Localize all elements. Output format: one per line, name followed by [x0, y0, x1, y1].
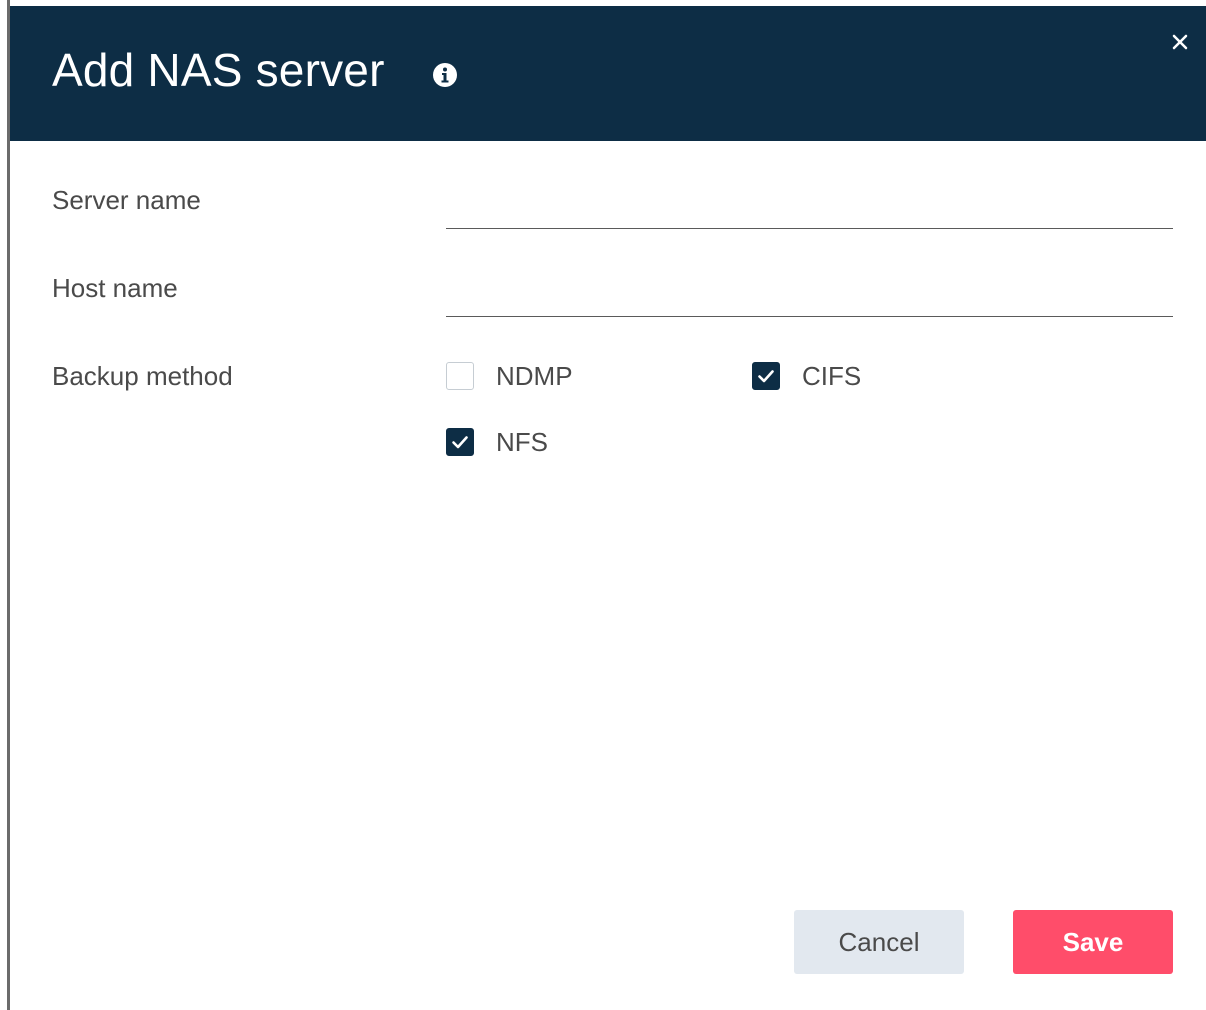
save-button[interactable]: Save [1013, 910, 1173, 974]
checkbox-nfs[interactable]: NFS [446, 426, 548, 458]
info-circle-icon[interactable] [432, 62, 458, 88]
checkbox-cifs-box[interactable] [752, 362, 780, 390]
server-name-label: Server name [52, 185, 201, 215]
checkbox-ndmp[interactable]: NDMP [446, 360, 573, 392]
checkbox-ndmp-box[interactable] [446, 362, 474, 390]
dialog-title: Add NAS server [52, 44, 385, 96]
close-icon[interactable] [1164, 26, 1196, 58]
add-nas-server-dialog: Add NAS server Server name Host name Bac… [10, 6, 1206, 1010]
checkbox-ndmp-label: NDMP [496, 361, 573, 391]
checkbox-cifs-label: CIFS [802, 361, 862, 391]
checkbox-nfs-box[interactable] [446, 428, 474, 456]
host-name-input[interactable] [446, 280, 1173, 317]
checkbox-cifs[interactable]: CIFS [752, 360, 861, 392]
server-name-input[interactable] [446, 192, 1173, 229]
host-name-label: Host name [52, 273, 178, 303]
checkmark-icon [452, 436, 468, 449]
backup-method-label: Backup method [52, 361, 233, 391]
checkbox-nfs-label: NFS [496, 427, 548, 457]
checkmark-icon [758, 370, 774, 383]
dialog-header: Add NAS server [10, 6, 1206, 141]
cancel-button[interactable]: Cancel [794, 910, 964, 974]
